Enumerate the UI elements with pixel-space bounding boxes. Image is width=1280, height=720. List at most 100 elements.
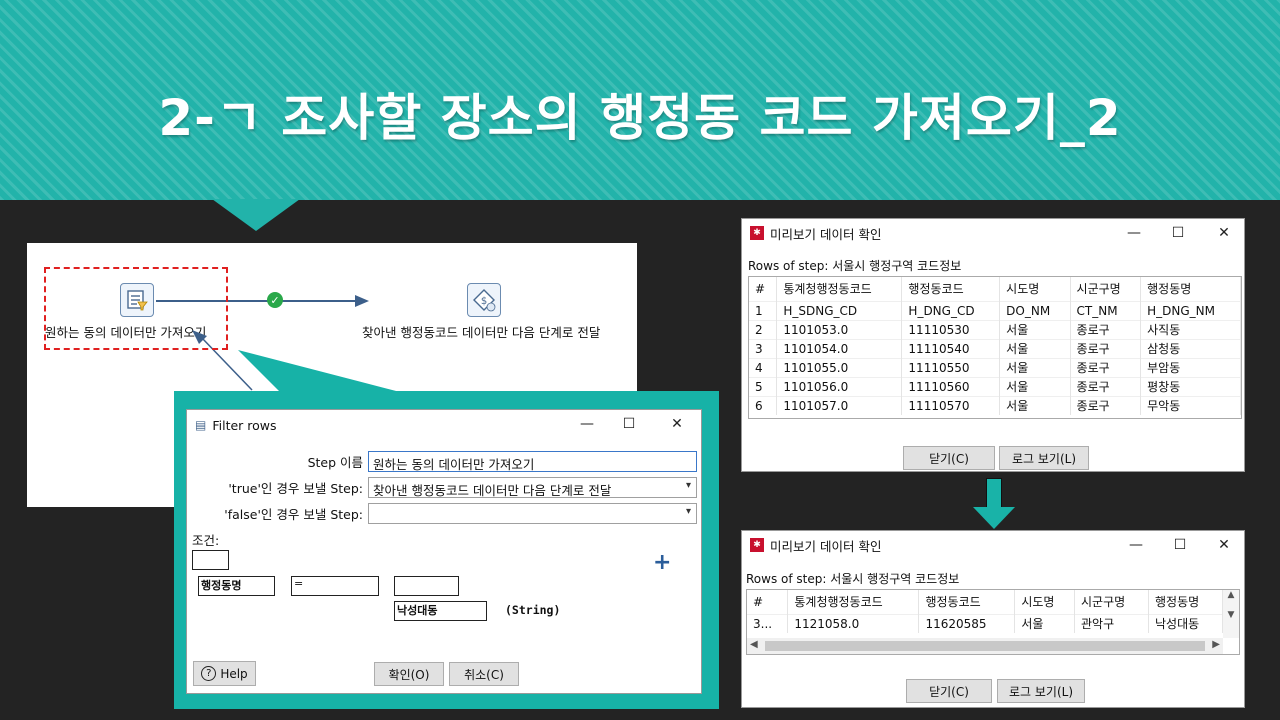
scroll-thumb[interactable] [765,641,1205,651]
column-header[interactable]: 시군구명 [1074,590,1149,614]
table-cell: 삼청동 [1140,338,1241,358]
table-cell: H_DNG_NM [1140,300,1241,320]
column-header[interactable]: 시도명 [1014,590,1076,614]
table-cell: 서울 [999,357,1071,377]
preview-top-title: 미리보기 데이터 확인 [770,226,882,242]
table-cell: 4 [749,357,778,377]
horizontal-scrollbar[interactable]: ◀ ▶ [747,638,1223,654]
table-row[interactable]: 3 1101054.0 11110540 서울 종로구 삼청동 [749,338,1241,358]
condition-operator-box[interactable]: = [291,576,379,596]
false-step-label: 'false'인 경우 보낼 Step: [224,507,363,522]
table-row[interactable]: 4 1101055.0 11110550 서울 종로구 부암동 [749,357,1241,377]
table-cell: CT_NM [1070,300,1142,320]
preview-top-titlebar: ✱ 미리보기 데이터 확인 [742,219,1244,247]
slide-title: 2-ㄱ 조사할 장소의 행정동 코드 가져오기_2 [158,89,1122,147]
step-name-label: Step 이름 [307,455,363,470]
show-log-button[interactable]: 로그 보기(L) [999,446,1089,470]
table-cell: 관악구 [1074,613,1149,633]
chevron-down-icon: ▾ [685,480,691,491]
table-cell: 부암동 [1140,357,1241,377]
close-icon[interactable]: ✕ [1216,537,1232,553]
svg-text:$: $ [481,296,487,307]
table-cell: 1 [749,300,778,320]
column-header[interactable]: 시군구명 [1070,277,1142,301]
column-header[interactable]: 행정동코드 [918,590,1016,614]
dummy-step[interactable]: $ [467,283,501,317]
table-row[interactable]: 1 H_SDNG_CD H_DNG_CD DO_NM CT_NM H_DNG_NM [749,300,1241,320]
table-cell: 서울 [999,319,1071,339]
add-condition-icon[interactable]: + [653,550,671,575]
scroll-right-icon[interactable]: ▶ [1212,639,1220,650]
help-button[interactable]: ? Help [193,661,256,686]
close-icon[interactable]: ✕ [1216,225,1232,241]
false-step-select[interactable]: ▾ [368,503,697,524]
rows-of-step-label: Rows of step: 서울시 행정구역 코드정보 [746,572,960,586]
condition-negate-box[interactable] [192,550,229,570]
close-button[interactable]: 닫기(C) [906,679,992,703]
table-cell: 사직동 [1140,319,1241,339]
close-icon[interactable]: ✕ [669,416,685,432]
column-header[interactable]: 통계청행정동코드 [787,590,920,614]
scroll-left-icon[interactable]: ◀ [750,639,758,650]
maximize-icon[interactable]: ☐ [1170,225,1186,241]
condition-field-box[interactable]: 행정동명 [198,576,275,596]
table-cell: 종로구 [1070,338,1142,358]
hop-arrow-icon [355,295,369,307]
minimize-icon[interactable]: — [1128,537,1144,553]
table-row[interactable]: 2 1101053.0 11110530 서울 종로구 사직동 [749,319,1241,339]
preview-bottom-grid[interactable]: # 통계청행정동코드 행정동코드 시도명 시군구명 행정동명 3... 1121058.0 11… [746,589,1240,655]
preview-top-grid[interactable]: # 통계청행정동코드 행정동코드 시도명 시군구명 행정동명 1 H_SDNG_CD H_DNG… [748,276,1242,419]
condition-label: 조건: [192,533,220,548]
table-cell: 11110540 [901,338,1001,358]
true-step-label: 'true'인 경우 보낼 Step: [228,481,363,496]
table-cell: 11110550 [901,357,1001,377]
table-row[interactable]: 3... 1121058.0 11620585 서울 관악구 낙성대동 [747,613,1224,633]
maximize-icon[interactable]: ☐ [1172,537,1188,553]
column-header[interactable]: 행정동명 [1140,277,1241,301]
minimize-icon[interactable]: — [579,416,595,432]
show-log-button[interactable]: 로그 보기(L) [997,679,1085,703]
hop-true-check-icon: ✓ [267,292,283,308]
true-step-value: 찾아낸 행정동코드 데이터만 다음 단계로 전달 [373,483,612,498]
preview-bottom-titlebar: ✱ 미리보기 데이터 확인 [742,531,1244,559]
table-cell: 3... [747,613,789,633]
preview-window-top: ✱ 미리보기 데이터 확인 — ☐ ✕ Rows of step: 서울시 행정… [741,218,1245,472]
table-cell: 2 [749,319,778,339]
target-step-label: 찾아낸 행정동코드 데이터만 다음 단계로 전달 [362,325,601,340]
data-table: # 통계청행정동코드 행정동코드 시도명 시군구명 행정동명 1 H_SDNG_CD H_DNG… [749,277,1241,415]
help-label: Help [220,666,248,681]
rows-of-step-label: Rows of step: 서울시 행정구역 코드정보 [748,259,962,273]
table-row[interactable]: 5 1101056.0 11110560 서울 종로구 평창동 [749,376,1241,396]
column-header[interactable]: 행정동명 [1148,590,1224,614]
table-cell: 6 [749,395,778,415]
column-header[interactable]: 행정동코드 [901,277,1001,301]
table-cell: H_DNG_CD [901,300,1001,320]
cancel-button[interactable]: 취소(C) [449,662,519,686]
maximize-icon[interactable]: ☐ [621,416,637,432]
table-cell: 종로구 [1070,395,1142,415]
column-header[interactable]: # [747,590,789,614]
column-header[interactable]: 시도명 [999,277,1071,301]
app-icon: ✱ [750,226,764,240]
table-row[interactable]: 6 1101057.0 11110570 서울 종로구 무악동 [749,395,1241,415]
table-cell: 11110530 [901,319,1001,339]
table-cell: 서울 [999,338,1071,358]
table-cell: 종로구 [1070,376,1142,396]
app-icon: ✱ [750,538,764,552]
condition-field2-box[interactable] [394,576,459,596]
column-header[interactable]: # [749,277,778,301]
step-name-input[interactable]: 원하는 동의 데이터만 가져오기 [368,451,697,472]
vertical-scrollbar[interactable]: ▲ ▼ [1223,590,1239,638]
condition-value-box[interactable]: 낙성대동 [394,601,487,621]
column-header[interactable]: 통계청행정동코드 [776,277,903,301]
table-cell: 서울 [999,395,1071,415]
table-cell: 종로구 [1070,357,1142,377]
true-step-select[interactable]: 찾아낸 행정동코드 데이터만 다음 단계로 전달 ▾ [368,477,697,498]
table-cell: 평창동 [1140,376,1241,396]
down-arrow-head [973,507,1015,529]
minimize-icon[interactable]: — [1126,225,1142,241]
close-button[interactable]: 닫기(C) [903,446,995,470]
table-cell: 1101055.0 [776,357,903,377]
data-table: # 통계청행정동코드 행정동코드 시도명 시군구명 행정동명 3... 1121058.0 11… [747,590,1224,633]
ok-button[interactable]: 확인(O) [374,662,444,686]
